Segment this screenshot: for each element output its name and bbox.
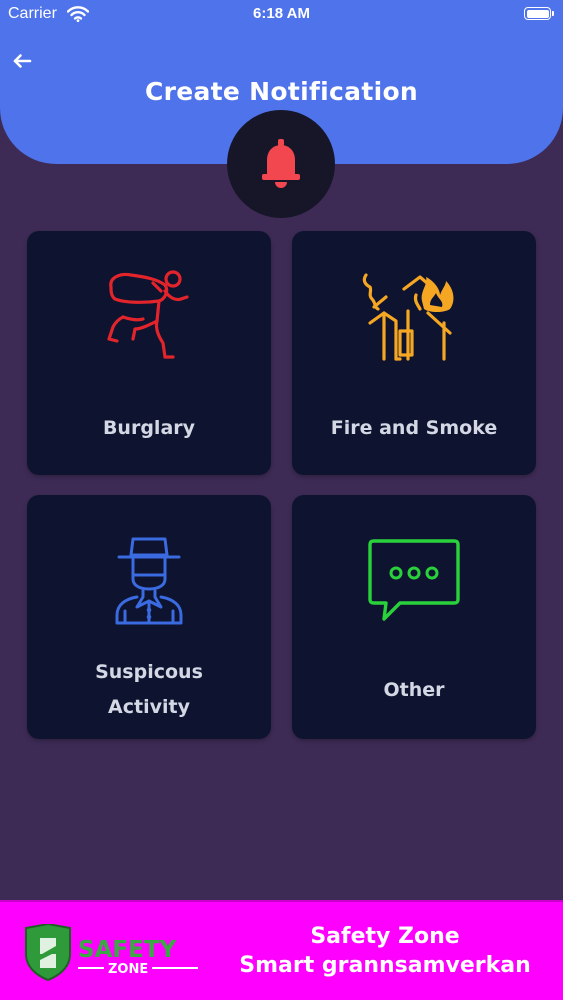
safety-zone-logo: SAFETY ZONE (25, 924, 198, 982)
page-title: Create Notification (144, 77, 419, 106)
category-label-suspicious-line2: Activity (108, 696, 190, 718)
category-card-suspicious-activity[interactable]: Suspicous Activity (27, 495, 271, 739)
hat-man-icon (115, 537, 183, 625)
banner-title: Safety Zone (310, 924, 460, 949)
burglar-icon (107, 270, 189, 359)
status-time: 6:18 AM (253, 5, 310, 22)
bell-icon (262, 139, 300, 188)
house-fire-icon (362, 273, 454, 361)
category-label-other: Other (383, 679, 445, 701)
category-card-burglary[interactable]: Burglary (27, 231, 271, 475)
logo-subtext: ZONE (108, 962, 148, 977)
chat-bubble-icon (368, 539, 460, 621)
category-card-other[interactable]: Other (292, 495, 536, 739)
back-button[interactable] (8, 48, 36, 76)
ad-banner[interactable]: SAFETY ZONE Safety Zone Smart grannsamve… (0, 900, 563, 1000)
banner-subtitle: Smart grannsamverkan (239, 953, 531, 978)
status-bar: Carrier 6:18 AM (0, 0, 563, 30)
arrow-left-icon (13, 54, 32, 68)
category-label-burglary: Burglary (102, 417, 196, 439)
category-label-suspicious-line1: Suspicous (95, 661, 203, 683)
bell-badge (227, 110, 335, 218)
logo-text: SAFETY (78, 937, 176, 963)
category-card-fire-and-smoke[interactable]: Fire and Smoke (292, 231, 536, 475)
category-label-fire-and-smoke: Fire and Smoke (330, 417, 498, 439)
battery-icon (524, 7, 554, 20)
